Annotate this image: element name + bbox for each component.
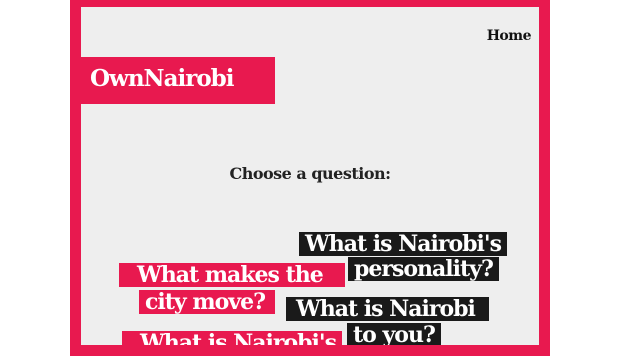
question-line[interactable]: What is Nairobi's: [122, 331, 343, 345]
question-line[interactable]: to you?: [347, 323, 441, 345]
question-line[interactable]: personality?: [348, 257, 499, 281]
question-line[interactable]: What makes the: [119, 263, 345, 287]
site-logo[interactable]: OwnNairobi: [81, 57, 275, 104]
question-line[interactable]: city move?: [139, 290, 275, 314]
logo-text: OwnNairobi: [90, 65, 234, 92]
question-line[interactable]: What is Nairobi: [286, 297, 489, 321]
nav-home-link[interactable]: Home: [487, 28, 532, 44]
question-prompt: Choose a question:: [229, 164, 391, 183]
page-frame: Home OwnNairobi Choose a question: What …: [70, 0, 550, 356]
question-line[interactable]: What is Nairobi's: [299, 232, 508, 256]
